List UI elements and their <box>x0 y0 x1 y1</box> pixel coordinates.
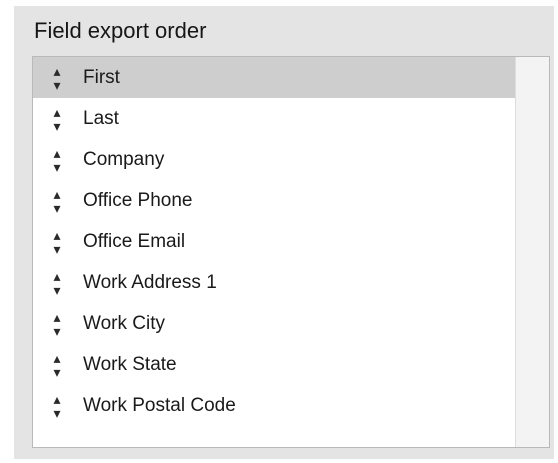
list-item-label: Last <box>83 107 119 129</box>
list-item-work-city[interactable]: ▴︎ ▾︎ Work City <box>33 303 515 344</box>
drag-handle-icon[interactable]: ▴︎ ▾︎ <box>33 187 81 215</box>
drag-handle-icon[interactable]: ▴︎ ▾︎ <box>33 146 81 174</box>
list-item-label: Company <box>83 148 165 170</box>
list-item-work-state[interactable]: ▴︎ ▾︎ Work State <box>33 344 515 385</box>
field-export-order-panel: Field export order ▴︎ ▾︎ First ▴︎ ▾︎ Last … <box>14 6 554 459</box>
drag-handle-icon[interactable]: ▴︎ ▾︎ <box>33 310 81 338</box>
list-item-company[interactable]: ▴︎ ▾︎ Company <box>33 139 515 180</box>
list-item-office-email[interactable]: ▴︎ ▾︎ Office Email <box>33 221 515 262</box>
list-item-label: Work Address 1 <box>83 271 217 293</box>
list-item-last[interactable]: ▴︎ ▾︎ Last <box>33 98 515 139</box>
panel-title: Field export order <box>34 18 207 43</box>
list-item-label: Office Phone <box>83 189 193 211</box>
list-item-label: Office Email <box>83 230 186 252</box>
field-order-list[interactable]: ▴︎ ▾︎ First ▴︎ ▾︎ Last ▴︎ ▾︎ Company ▴︎ ▾︎ O… <box>32 56 550 448</box>
drag-handle-icon[interactable]: ▴︎ ▾︎ <box>33 64 81 92</box>
list-item-label: First <box>83 66 120 88</box>
list-scrollbar[interactable] <box>515 57 549 447</box>
drag-handle-icon[interactable]: ▴︎ ▾︎ <box>33 269 81 297</box>
field-order-items: ▴︎ ▾︎ First ▴︎ ▾︎ Last ▴︎ ▾︎ Company ▴︎ ▾︎ O… <box>33 57 515 426</box>
drag-handle-icon[interactable]: ▴︎ ▾︎ <box>33 392 81 420</box>
list-item-label: Work State <box>83 353 177 375</box>
list-item-label: Work City <box>83 312 165 334</box>
drag-handle-icon[interactable]: ▴︎ ▾︎ <box>33 351 81 379</box>
list-item-work-address-1[interactable]: ▴︎ ▾︎ Work Address 1 <box>33 262 515 303</box>
list-item-first[interactable]: ▴︎ ▾︎ First <box>33 57 515 98</box>
list-item-label: Work Postal Code <box>83 394 236 416</box>
drag-handle-icon[interactable]: ▴︎ ▾︎ <box>33 105 81 133</box>
list-item-office-phone[interactable]: ▴︎ ▾︎ Office Phone <box>33 180 515 221</box>
drag-handle-icon[interactable]: ▴︎ ▾︎ <box>33 228 81 256</box>
list-item-work-postal-code[interactable]: ▴︎ ▾︎ Work Postal Code <box>33 385 515 426</box>
